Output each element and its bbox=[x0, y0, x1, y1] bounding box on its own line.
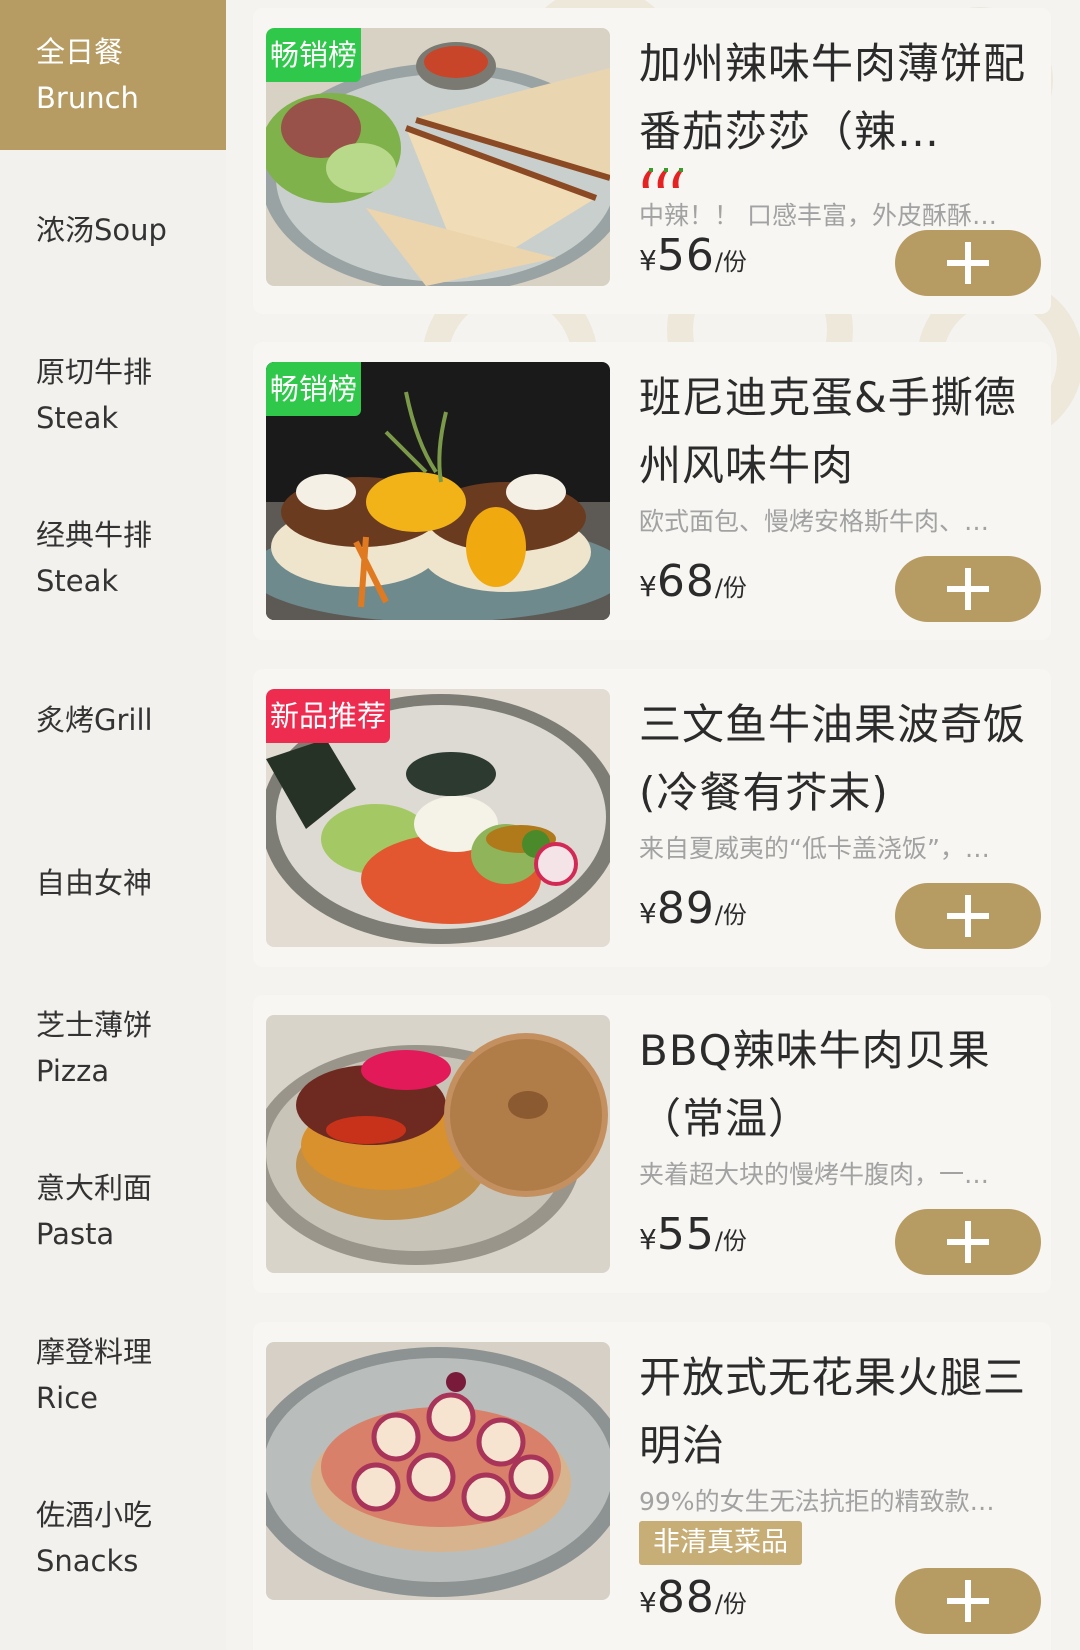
product-price: ¥89/份 bbox=[639, 883, 747, 934]
category-sidebar: 全日餐 Brunch 浓汤Soup 原切牛排 Steak 经典牛排 Steak … bbox=[0, 0, 226, 1650]
sidebar-item-label: 芝士薄饼 bbox=[36, 1008, 153, 1042]
chili-pepper-icon bbox=[642, 168, 683, 188]
product-title: BBQ辣味牛肉贝果（常温） bbox=[639, 1026, 991, 1143]
sidebar-item-label: 全日餐 bbox=[36, 35, 124, 69]
currency-symbol: ¥ bbox=[639, 244, 657, 277]
product-image[interactable]: 新品推荐 bbox=[266, 689, 610, 947]
product-price: ¥55/份 bbox=[639, 1209, 747, 1260]
sidebar-item-rice[interactable]: 摩登料理 Rice bbox=[0, 1325, 226, 1425]
price-value: 68 bbox=[656, 556, 715, 607]
sidebar-item-label: 佐酒小吃 bbox=[36, 1498, 153, 1532]
currency-symbol: ¥ bbox=[639, 570, 657, 603]
product-description: 来自夏威夷的“低卡盖浇饭”，… bbox=[639, 834, 990, 863]
sidebar-item-soup[interactable]: 浓汤Soup bbox=[0, 180, 226, 280]
plus-icon bbox=[947, 895, 989, 937]
sidebar-item-label: 自由女神 bbox=[36, 866, 153, 900]
product-price: ¥56/份 bbox=[639, 230, 747, 281]
add-to-cart-button[interactable] bbox=[895, 230, 1041, 296]
sidebar-item-label: 摩登料理 bbox=[36, 1335, 153, 1369]
currency-symbol: ¥ bbox=[639, 1223, 657, 1256]
currency-symbol: ¥ bbox=[639, 897, 657, 930]
sidebar-item-sublabel: Rice bbox=[36, 1381, 98, 1415]
sidebar-item-sublabel: Pizza bbox=[36, 1054, 110, 1088]
add-to-cart-button[interactable] bbox=[895, 1568, 1041, 1634]
product-price: ¥88/份 bbox=[639, 1572, 747, 1623]
product-title: 三文鱼牛油果波奇饭(冷餐有芥末) bbox=[639, 700, 1027, 817]
product-card[interactable]: 新品推荐 三文鱼牛油果波奇饭(冷餐有芥末) 来自夏威夷的“低卡盖浇饭”，… ¥8… bbox=[253, 669, 1051, 967]
product-description: 夹着超大块的慢烤牛腹肉，一… bbox=[639, 1160, 990, 1189]
product-card[interactable]: 开放式无花果火腿三明治 99%的女生无法抗拒的精致款… 非清真菜品 ¥88/份 bbox=[253, 1322, 1051, 1650]
price-unit: /份 bbox=[714, 1590, 747, 1618]
product-card[interactable]: 畅销榜 班尼迪克蛋&手撕德州风味牛肉 欧式面包、慢烤安格斯牛肉、… ¥68/份 bbox=[253, 342, 1051, 640]
sidebar-item-label: 原切牛排 bbox=[36, 355, 153, 389]
sidebar-item-label: 炙烤Grill bbox=[36, 703, 153, 737]
non-halal-badge: 非清真菜品 bbox=[639, 1521, 802, 1565]
sidebar-item-sublabel: Steak bbox=[36, 401, 119, 435]
sidebar-item-pizza[interactable]: 芝士薄饼 Pizza bbox=[0, 998, 226, 1098]
product-price: ¥68/份 bbox=[639, 556, 747, 607]
add-to-cart-button[interactable] bbox=[895, 1209, 1041, 1275]
add-to-cart-button[interactable] bbox=[895, 556, 1041, 622]
sidebar-item-raw-cut-steak[interactable]: 原切牛排 Steak bbox=[0, 345, 226, 445]
new-recommendation-tag: 新品推荐 bbox=[266, 689, 391, 743]
price-value: 88 bbox=[656, 1572, 715, 1623]
product-description: 99%的女生无法抗拒的精致款… bbox=[639, 1487, 995, 1516]
sidebar-item-sublabel: Steak bbox=[36, 564, 119, 598]
plus-icon bbox=[947, 568, 989, 610]
product-card[interactable]: BBQ辣味牛肉贝果（常温） 夹着超大块的慢烤牛腹肉，一… ¥55/份 bbox=[253, 995, 1051, 1293]
sidebar-item-brunch[interactable]: 全日餐 Brunch bbox=[0, 0, 226, 150]
product-image[interactable] bbox=[266, 1015, 610, 1273]
sidebar-item-snacks[interactable]: 佐酒小吃 Snacks bbox=[0, 1488, 226, 1588]
sidebar-item-sublabel: Pasta bbox=[36, 1217, 115, 1251]
product-image[interactable]: 畅销榜 bbox=[266, 28, 610, 286]
sidebar-item-classic-steak[interactable]: 经典牛排 Steak bbox=[0, 508, 226, 608]
price-value: 55 bbox=[656, 1209, 715, 1260]
product-title: 开放式无花果火腿三明治 bbox=[639, 1353, 1027, 1470]
plus-icon bbox=[947, 1221, 989, 1263]
product-image[interactable] bbox=[266, 1342, 610, 1600]
plus-icon bbox=[947, 242, 989, 284]
product-title: 加州辣味牛肉薄饼配番茄莎莎（辣… bbox=[639, 39, 1027, 156]
bestseller-tag: 畅销榜 bbox=[266, 28, 362, 82]
sidebar-item-label: 浓汤Soup bbox=[36, 213, 167, 247]
sidebar-item-statue-of-liberty[interactable]: 自由女神 bbox=[0, 833, 226, 933]
price-value: 56 bbox=[656, 230, 715, 281]
product-description: 中辣！！ 口感丰富，外皮酥酥… bbox=[639, 201, 997, 230]
sidebar-item-pasta[interactable]: 意大利面 Pasta bbox=[0, 1161, 226, 1261]
product-description: 欧式面包、慢烤安格斯牛肉、… bbox=[639, 507, 990, 536]
plus-icon bbox=[947, 1580, 989, 1622]
price-unit: /份 bbox=[714, 574, 747, 602]
price-unit: /份 bbox=[714, 248, 747, 276]
sidebar-item-label: 经典牛排 bbox=[36, 518, 153, 552]
sidebar-item-sublabel: Snacks bbox=[36, 1544, 139, 1578]
sidebar-item-label: 意大利面 bbox=[36, 1171, 153, 1205]
product-card[interactable]: 畅销榜 加州辣味牛肉薄饼配番茄莎莎（辣… 中辣！！ 口感丰富，外皮酥酥… ¥56… bbox=[253, 8, 1051, 314]
add-to-cart-button[interactable] bbox=[895, 883, 1041, 949]
bestseller-tag: 畅销榜 bbox=[266, 362, 362, 416]
product-title: 班尼迪克蛋&手撕德州风味牛肉 bbox=[639, 373, 1017, 490]
sidebar-item-grill[interactable]: 炙烤Grill bbox=[0, 670, 226, 770]
sidebar-item-sublabel: Brunch bbox=[36, 81, 139, 115]
currency-symbol: ¥ bbox=[639, 1586, 657, 1619]
price-unit: /份 bbox=[714, 901, 747, 929]
price-unit: /份 bbox=[714, 1227, 747, 1255]
product-image[interactable]: 畅销榜 bbox=[266, 362, 610, 620]
price-value: 89 bbox=[656, 883, 715, 934]
